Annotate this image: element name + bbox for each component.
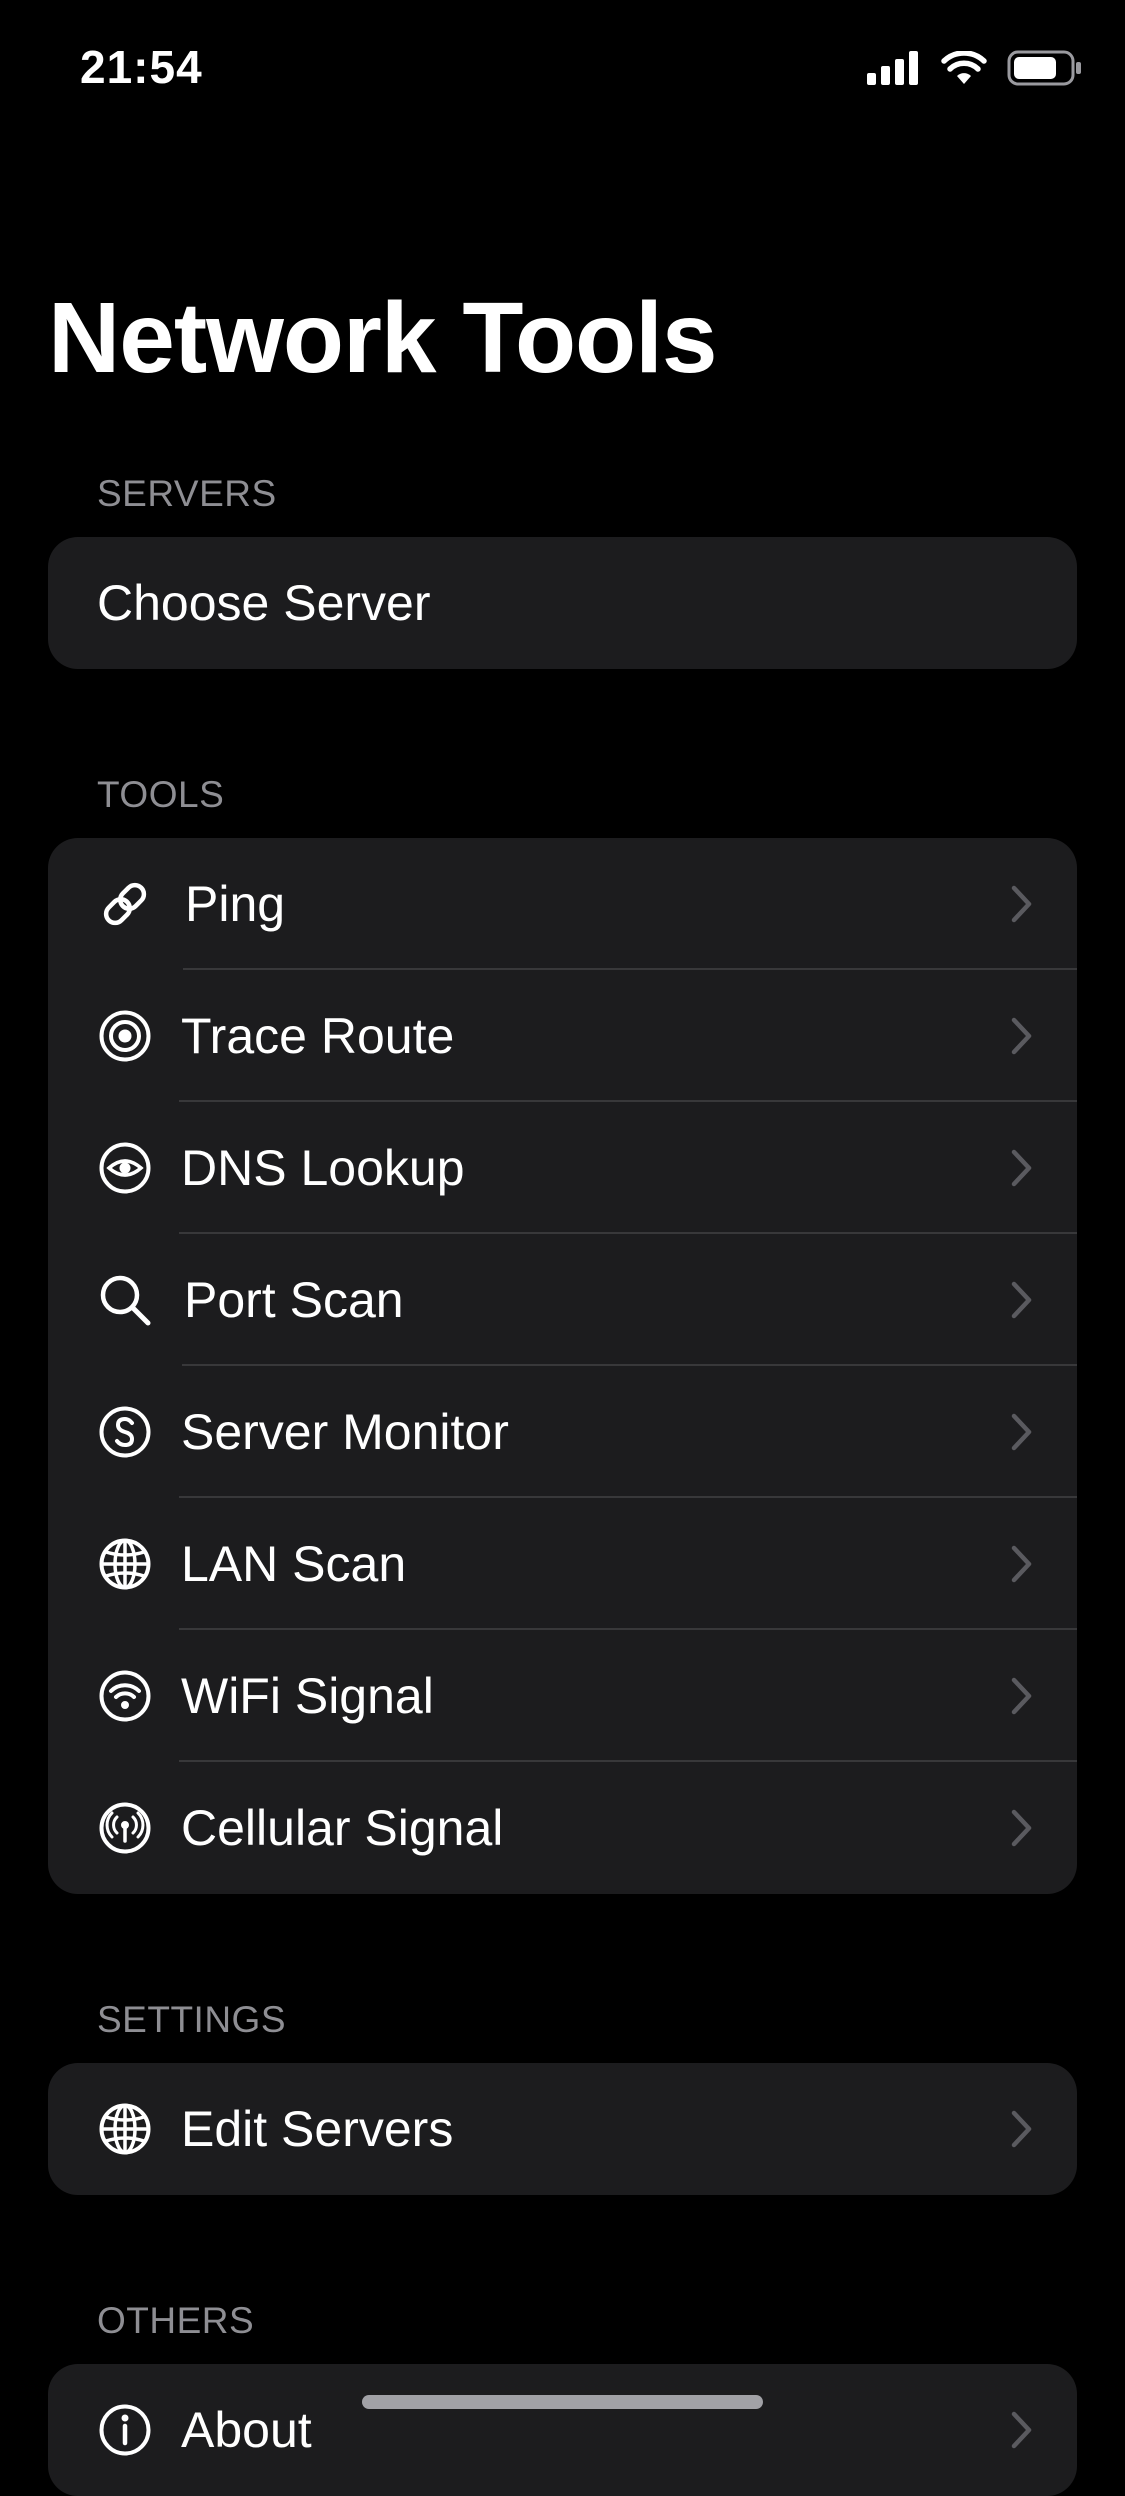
- tool-label-lan-scan: LAN Scan: [181, 1536, 407, 1592]
- tool-label-server-monitor: Server Monitor: [181, 1404, 509, 1460]
- chevron-right-icon: [1011, 2411, 1033, 2449]
- servers-group: Choose Server: [48, 537, 1077, 669]
- tool-row-server-monitor[interactable]: Server Monitor: [48, 1366, 1077, 1498]
- chevron-right-icon: [1011, 1149, 1033, 1187]
- section-header-settings: SETTINGS: [97, 1999, 287, 2040]
- wifi-icon: [941, 49, 987, 90]
- tool-label-trace-route: Trace Route: [181, 1008, 455, 1064]
- tool-row-port-scan[interactable]: Port Scan: [48, 1234, 1077, 1366]
- status-time: 21:54: [80, 41, 203, 93]
- tool-row-dns-lookup[interactable]: DNS Lookup: [48, 1102, 1077, 1234]
- chevron-right-icon: [1011, 2110, 1033, 2148]
- home-indicator[interactable]: [362, 2395, 763, 2409]
- chevron-right-icon: [1011, 1281, 1033, 1319]
- tool-label-ping: Ping: [185, 876, 286, 932]
- section-header-others: OTHERS: [97, 2300, 255, 2341]
- tool-row-ping[interactable]: Ping: [48, 838, 1077, 970]
- chevron-right-icon: [1011, 885, 1033, 923]
- tools-group: Ping Trace Route DNS Lookup Port Scan Se…: [48, 838, 1077, 1894]
- tool-row-cellular-signal[interactable]: Cellular Signal: [48, 1762, 1077, 1894]
- settings-group: Edit Servers: [48, 2063, 1077, 2195]
- choose-server-label: Choose Server: [97, 575, 431, 631]
- about-row[interactable]: About: [48, 2364, 1077, 2496]
- chevron-right-icon: [1011, 1809, 1033, 1847]
- edit-servers-row[interactable]: Edit Servers: [48, 2063, 1077, 2195]
- cellular-signal-icon: [867, 50, 921, 90]
- tool-label-dns-lookup: DNS Lookup: [181, 1140, 465, 1196]
- status-bar: 21:54: [0, 0, 1125, 140]
- others-group: About: [48, 2364, 1077, 2496]
- target-icon: [98, 1009, 152, 1063]
- wifi-circle-icon: [98, 1669, 152, 1723]
- magnifier-icon: [98, 1273, 152, 1327]
- tool-label-wifi-signal: WiFi Signal: [181, 1668, 434, 1724]
- tool-label-cellular-signal: Cellular Signal: [181, 1800, 504, 1856]
- about-label: About: [181, 2402, 312, 2458]
- chevron-right-icon: [1011, 1413, 1033, 1451]
- info-icon: [98, 2403, 152, 2457]
- tool-row-wifi-signal[interactable]: WiFi Signal: [48, 1630, 1077, 1762]
- battery-icon: [1007, 50, 1083, 91]
- section-header-servers: SERVERS: [97, 473, 277, 514]
- tool-row-trace-route[interactable]: Trace Route: [48, 970, 1077, 1102]
- tool-row-lan-scan[interactable]: LAN Scan: [48, 1498, 1077, 1630]
- chevron-right-icon: [1011, 1677, 1033, 1715]
- status-icons: [867, 49, 1083, 91]
- choose-server-row[interactable]: Choose Server: [48, 537, 1077, 669]
- tool-label-port-scan: Port Scan: [184, 1272, 404, 1328]
- page-title: Network Tools: [48, 282, 718, 394]
- chevron-right-icon: [1011, 1017, 1033, 1055]
- link-icon: [98, 877, 152, 931]
- eye-icon: [98, 1141, 152, 1195]
- s-circle-icon: [98, 1405, 152, 1459]
- edit-servers-label: Edit Servers: [181, 2101, 454, 2157]
- antenna-circle-icon: [98, 1801, 152, 1855]
- section-header-tools: TOOLS: [97, 774, 225, 815]
- globe-icon: [98, 2102, 152, 2156]
- chevron-right-icon: [1011, 1545, 1033, 1583]
- globe-icon: [98, 1537, 152, 1591]
